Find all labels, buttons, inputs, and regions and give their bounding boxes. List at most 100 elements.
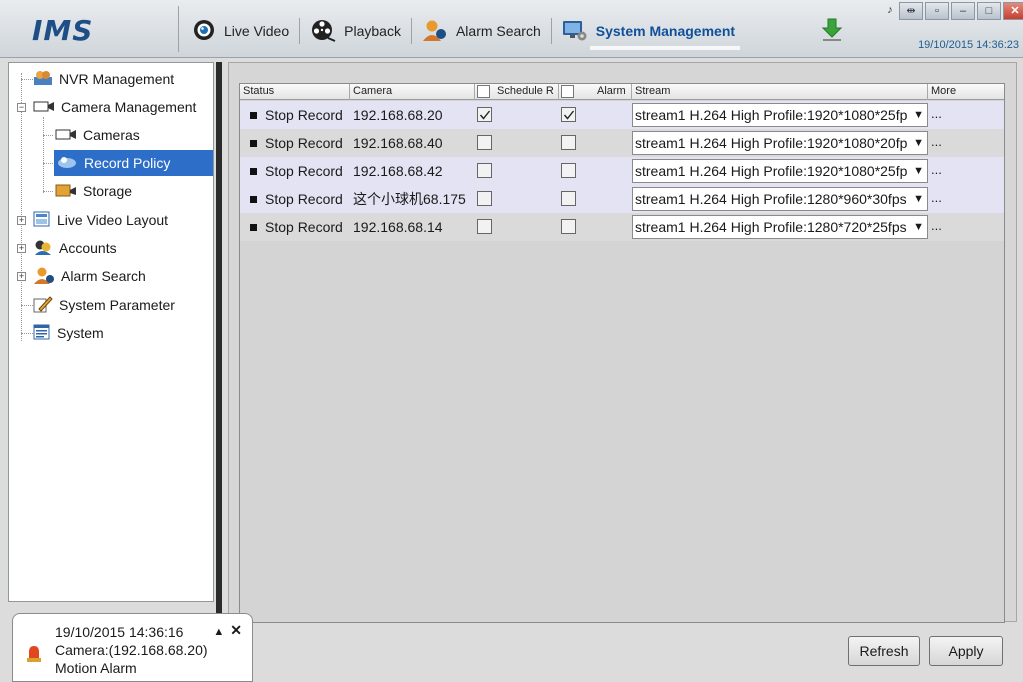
nav-active-underline — [590, 46, 740, 50]
collapse-camera-management[interactable]: − — [17, 103, 26, 112]
table-row[interactable]: Stop Record 192.168.68.14 stream1 H.264 … — [240, 213, 1004, 241]
more-button[interactable]: ... — [931, 185, 942, 213]
sidebar-item-nvr-management[interactable]: NVR Management — [33, 66, 174, 92]
tree-line — [43, 117, 44, 193]
app-logo: IMS — [32, 14, 94, 47]
column-header-stream[interactable]: Stream — [632, 84, 928, 100]
tree-line — [21, 305, 33, 306]
status-text: Stop Record — [265, 135, 343, 151]
table-row[interactable]: Stop Record 192.168.68.40 stream1 H.264 … — [240, 129, 1004, 157]
column-header-status[interactable]: Status — [240, 84, 350, 100]
status-cell: Stop Record — [250, 213, 343, 241]
alarm-checkbox[interactable] — [561, 107, 576, 122]
nav-alarm-search-label: Alarm Search — [455, 23, 541, 39]
alarm-message: Motion Alarm — [55, 660, 137, 676]
tree-line — [21, 73, 22, 341]
column-header-alarm[interactable]: Alarm — [559, 84, 632, 100]
nav-system-management[interactable]: System Management — [556, 16, 741, 46]
sidebar-item-live-video-layout[interactable]: Live Video Layout — [33, 207, 168, 233]
alarm-person-icon — [422, 18, 448, 45]
sidebar-item-label: NVR Management — [59, 71, 175, 87]
minimize-button[interactable]: – — [951, 2, 975, 20]
alarm-header-label: Alarm — [597, 85, 626, 97]
dropdown-arrow-icon: ▼ — [913, 221, 924, 233]
table-row[interactable]: Stop Record 这个小球机68.175 stream1 H.264 Hi… — [240, 185, 1004, 213]
maximize-button[interactable]: □ — [977, 2, 1001, 20]
sidebar-item-accounts[interactable]: Accounts — [33, 235, 117, 261]
more-button[interactable]: ... — [931, 129, 942, 157]
stream-select[interactable]: stream1 H.264 High Profile:1920*1080*25f… — [632, 159, 928, 183]
more-button[interactable]: ... — [931, 213, 942, 241]
column-header-schedule[interactable]: Schedule R — [475, 84, 559, 100]
expand-alarm-search[interactable]: + — [17, 272, 26, 281]
layout-icon — [33, 211, 51, 230]
tree-line — [43, 163, 53, 164]
collapse-popup-button[interactable]: ▲ — [213, 626, 224, 638]
sidebar-item-label: Storage — [83, 183, 133, 199]
table-row[interactable]: Stop Record 192.168.68.20 stream1 H.264 … — [240, 101, 1004, 129]
alarm-notification-popup: 19/10/2015 14:36:16 Camera:(192.168.68.2… — [12, 613, 253, 682]
camera-eye-icon — [192, 19, 216, 44]
help-icon[interactable]: ♪ — [883, 2, 897, 20]
stream-select[interactable]: stream1 H.264 High Profile:1920*1080*25f… — [632, 103, 928, 127]
nav-playback[interactable]: Playback — [304, 16, 407, 46]
download-arrow-icon[interactable] — [821, 18, 843, 45]
panel-splitter[interactable] — [216, 62, 222, 682]
sidebar-item-system-parameter[interactable]: System Parameter — [33, 292, 175, 318]
alarm-checkbox[interactable] — [561, 135, 576, 150]
sidebar-item-record-policy[interactable]: Record Policy — [54, 150, 213, 176]
refresh-button[interactable]: Refresh — [848, 636, 920, 666]
column-header-camera[interactable]: Camera — [350, 84, 475, 100]
schedule-select-all-checkbox[interactable] — [477, 85, 490, 98]
stop-square-icon — [250, 167, 257, 175]
alarm-checkbox[interactable] — [561, 163, 576, 178]
schedule-checkbox[interactable] — [477, 135, 492, 150]
sidebar-item-system[interactable]: System — [33, 320, 104, 346]
alarm-select-all-checkbox[interactable] — [561, 85, 574, 98]
close-window-button[interactable]: ✕ — [1003, 2, 1023, 20]
expand-live-video-layout[interactable]: + — [17, 216, 26, 225]
layout-toggle-button[interactable]: ⇹ — [899, 2, 923, 20]
system-clock: 19/10/2015 14:36:23 — [918, 39, 1019, 51]
tree-line — [21, 333, 33, 334]
sidebar-item-camera-management[interactable]: Camera Management — [33, 94, 196, 120]
sidebar-item-cameras[interactable]: Cameras — [55, 122, 140, 148]
stream-select[interactable]: stream1 H.264 High Profile:1280*960*30fp… — [632, 187, 928, 211]
alarm-checkbox[interactable] — [561, 219, 576, 234]
sidebar-item-label: Camera Management — [61, 99, 197, 115]
tree-line — [21, 79, 33, 80]
alarm-time: 19/10/2015 14:36:16 — [55, 624, 184, 640]
nav-system-management-label: System Management — [595, 23, 736, 39]
nav-alarm-search[interactable]: Alarm Search — [416, 16, 547, 46]
schedule-checkbox[interactable] — [477, 163, 492, 178]
sidebar-item-label: System Parameter — [59, 297, 175, 313]
nav-playback-label: Playback — [344, 23, 401, 39]
more-button[interactable]: ... — [931, 157, 942, 185]
schedule-checkbox[interactable] — [477, 219, 492, 234]
camera-icon — [55, 127, 77, 144]
more-button[interactable]: ... — [931, 101, 942, 129]
column-header-more[interactable]: More — [928, 84, 1006, 100]
expand-accounts[interactable]: + — [17, 244, 26, 253]
nav-live-video[interactable]: Live Video — [186, 16, 295, 46]
accounts-icon — [33, 239, 53, 258]
sidebar-item-storage[interactable]: Storage — [55, 178, 132, 204]
camera-cell: 192.168.68.42 — [353, 163, 443, 179]
close-popup-button[interactable]: ✕ — [230, 622, 242, 638]
record-policy-icon — [56, 154, 78, 173]
dropdown-arrow-icon: ▼ — [913, 137, 924, 149]
table-header: Status Camera Schedule R Alarm Stream Mo… — [240, 84, 1004, 100]
alarm-siren-icon — [26, 644, 42, 667]
apply-button[interactable]: Apply — [929, 636, 1003, 666]
table-row[interactable]: Stop Record 192.168.68.42 stream1 H.264 … — [240, 157, 1004, 185]
record-policy-panel: Status Camera Schedule R Alarm Stream Mo… — [228, 62, 1017, 623]
stream-select[interactable]: stream1 H.264 High Profile:1920*1080*20f… — [632, 131, 928, 155]
status-text: Stop Record — [265, 219, 343, 235]
sidebar-item-alarm-search[interactable]: Alarm Search — [33, 263, 146, 289]
schedule-checkbox[interactable] — [477, 191, 492, 206]
schedule-checkbox[interactable] — [477, 107, 492, 122]
restore-window-button[interactable]: ▫ — [925, 2, 949, 20]
stream-select[interactable]: stream1 H.264 High Profile:1280*720*25fp… — [632, 215, 928, 239]
record-policy-table: Status Camera Schedule R Alarm Stream Mo… — [239, 83, 1005, 623]
alarm-checkbox[interactable] — [561, 191, 576, 206]
